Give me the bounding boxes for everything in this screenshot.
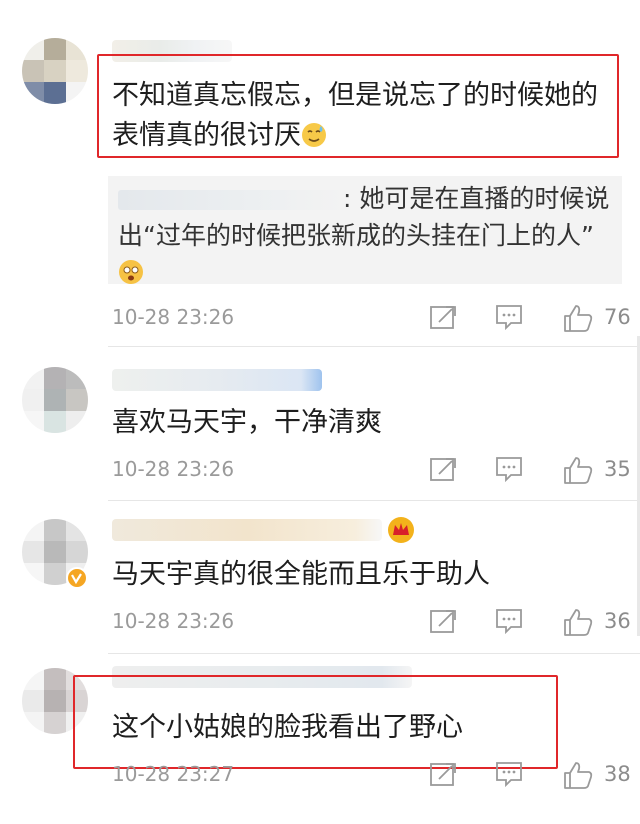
- comment-meta: 10-28 23:27 38: [112, 760, 640, 790]
- repost-icon[interactable]: [428, 607, 458, 635]
- username-blurred[interactable]: [112, 519, 382, 541]
- avatar[interactable]: [22, 38, 88, 104]
- comment-meta: 10-28 23:26 36: [112, 607, 640, 637]
- like-count: 35: [604, 457, 631, 481]
- crown-badge-icon: [388, 517, 414, 543]
- comment-meta: 10-28 23:26 76: [112, 303, 640, 333]
- timestamp: 10-28 23:26: [112, 305, 235, 329]
- verified-v-icon: [66, 567, 88, 589]
- reply-username-blurred[interactable]: [118, 190, 343, 210]
- repost-icon[interactable]: [428, 303, 458, 331]
- comment-text: 喜欢马天宇，干净清爽: [112, 407, 382, 438]
- like-thumb-icon[interactable]: [562, 303, 594, 333]
- comment-item: 这个小姑娘的脸我看出了野心 10-28 23:27 38: [0, 654, 640, 824]
- like-thumb-icon[interactable]: [562, 455, 594, 485]
- repost-icon[interactable]: [428, 455, 458, 483]
- timestamp: 10-28 23:27: [112, 762, 235, 786]
- reply-quote: : 她可是在直播的时候说出“过年的时候把张新成的头挂在门上的人”: [108, 176, 622, 284]
- like-count: 38: [604, 762, 631, 786]
- avatar[interactable]: [22, 367, 88, 433]
- comment-item: 喜欢马天宇，干净清爽 10-28 23:26 35: [0, 347, 640, 500]
- comment-icon[interactable]: [494, 455, 524, 483]
- comment-item: 马天宇真的很全能而且乐于助人 10-28 23:26 36: [0, 501, 640, 653]
- comment-icon[interactable]: [494, 303, 524, 331]
- comment-item: 不知道真忘假忘，但是说忘了的时候她的表情真的很讨厌 : 她可是在直播的时候说出“…: [0, 0, 640, 345]
- comment-icon[interactable]: [494, 607, 524, 635]
- highlight-box: [97, 54, 619, 158]
- timestamp: 10-28 23:26: [112, 609, 235, 633]
- like-thumb-icon[interactable]: [562, 760, 594, 790]
- comment-icon[interactable]: [494, 760, 524, 788]
- highlight-box: [73, 675, 558, 769]
- timestamp: 10-28 23:26: [112, 457, 235, 481]
- like-thumb-icon[interactable]: [562, 607, 594, 637]
- username-blurred[interactable]: [112, 369, 322, 391]
- repost-icon[interactable]: [428, 760, 458, 788]
- comment-meta: 10-28 23:26 35: [112, 455, 640, 485]
- shocked-emoji: [119, 260, 143, 284]
- like-count: 36: [604, 609, 631, 633]
- like-count: 76: [604, 305, 631, 329]
- comment-text: 马天宇真的很全能而且乐于助人: [112, 559, 490, 590]
